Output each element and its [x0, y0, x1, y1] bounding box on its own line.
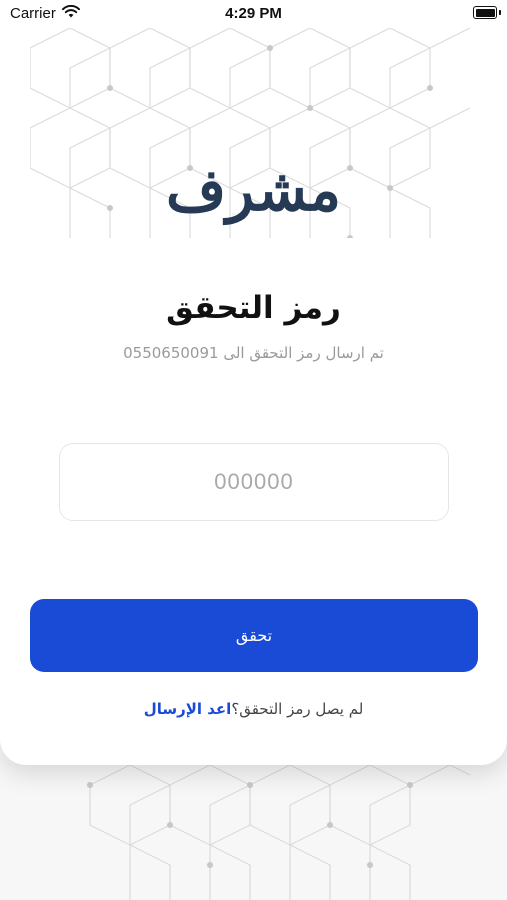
status-bar: Carrier 4:29 PM — [0, 0, 507, 28]
verification-subtitle: تم ارسال رمز التحقق الى 0550650091 — [123, 344, 384, 362]
app-logo: مشرف — [166, 156, 341, 224]
status-time: 4:29 PM — [225, 5, 282, 22]
hexagon-pattern-bottom — [87, 765, 470, 900]
verification-code-input[interactable] — [59, 443, 449, 521]
resend-link[interactable]: اعد الإرسال — [144, 700, 232, 718]
verification-card: مشرف رمز التحقق تم ارسال رمز التحقق الى … — [0, 28, 507, 765]
page-title: رمز التحقق — [166, 290, 341, 326]
resend-row: لم يصل رمز التحقق؟اعد الإرسال — [0, 700, 507, 718]
battery-tip — [499, 10, 501, 15]
resend-prompt: لم يصل رمز التحقق؟ — [231, 700, 364, 718]
verify-button[interactable]: تحقق — [30, 599, 478, 672]
verification-screen: Carrier 4:29 PM مشرف رمز التحقق تم ارسال… — [0, 0, 507, 900]
battery-icon — [473, 6, 497, 19]
